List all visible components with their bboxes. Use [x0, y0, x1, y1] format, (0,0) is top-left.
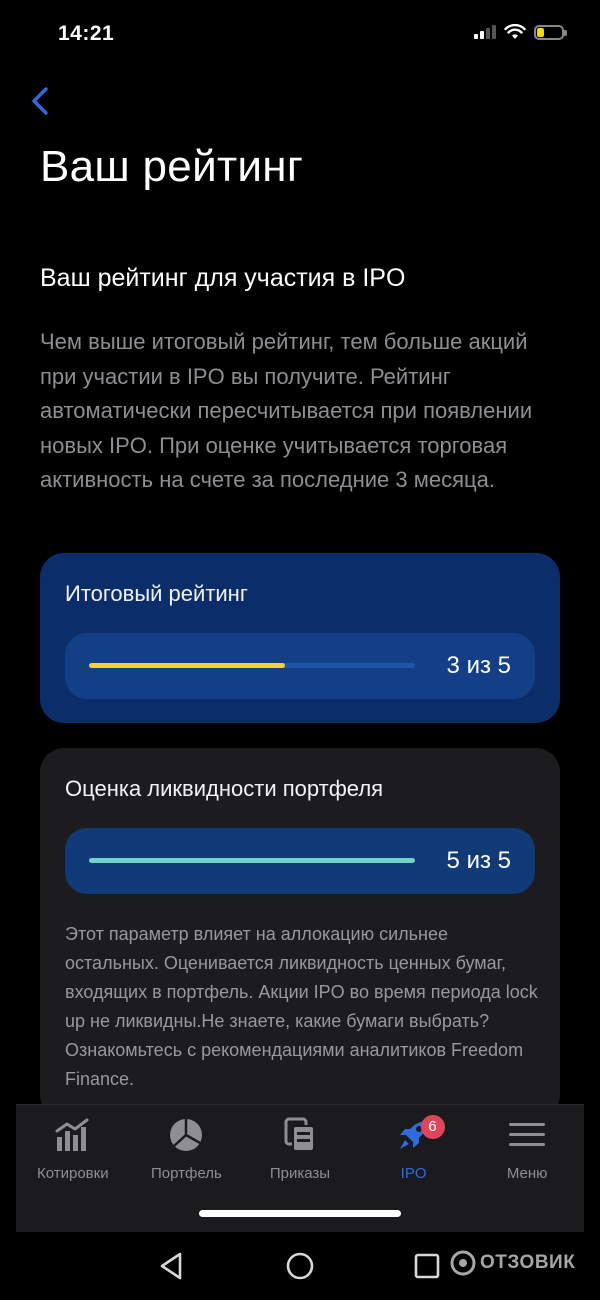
liquidity-rating-fill — [89, 858, 415, 863]
watermark: ОТЗОВИК — [450, 1250, 575, 1276]
tab-label: Меню — [506, 1165, 548, 1182]
status-bar: 14:21 — [0, 0, 600, 70]
total-rating-value: 3 из 5 — [446, 652, 511, 679]
status-time: 14:21 — [58, 22, 115, 45]
tab-label: Котировки — [36, 1165, 109, 1182]
liquidity-rating-track — [89, 858, 415, 863]
tab-label: Приказы — [269, 1165, 331, 1182]
nav-back-icon[interactable] — [154, 1248, 190, 1284]
total-rating-fill — [89, 663, 285, 668]
total-rating-card: Итоговый рейтинг 3 из 5 — [40, 553, 560, 723]
watermark-logo-icon — [450, 1250, 476, 1276]
back-button[interactable] — [26, 84, 56, 118]
tab-menu[interactable]: Меню — [472, 1115, 582, 1232]
liquidity-rating-card: Оценка ликвидности портфеля 5 из 5 Этот … — [40, 748, 560, 1118]
bar-chart-icon — [55, 1118, 89, 1151]
page-title: Ваш рейтинг — [40, 142, 304, 191]
liquidity-rating-title: Оценка ликвидности портфеля — [65, 776, 384, 801]
home-indicator[interactable] — [199, 1210, 401, 1217]
watermark-text: ОТЗОВИК — [480, 1252, 576, 1273]
total-rating-title: Итоговый рейтинг — [65, 581, 248, 606]
section-title: Ваш рейтинг для участия в IPO — [40, 264, 406, 292]
battery-icon — [534, 24, 567, 40]
section-description: Чем выше итоговый рейтинг, тем больше ак… — [40, 329, 533, 492]
liquidity-rating-value: 5 из 5 — [446, 847, 511, 874]
nav-recents-icon[interactable] — [409, 1248, 445, 1284]
tab-quotes[interactable]: Котировки — [18, 1115, 128, 1232]
cellular-signal-icon — [474, 25, 496, 39]
wifi-icon — [504, 24, 526, 39]
total-rating-track — [89, 663, 415, 668]
total-rating-bar: 3 из 5 — [65, 633, 535, 699]
pie-chart-icon — [170, 1119, 203, 1151]
battery-level — [537, 27, 544, 37]
liquidity-rating-bar: 5 из 5 — [65, 828, 535, 894]
chevron-left-icon — [32, 87, 48, 115]
tab-label: Портфель — [151, 1165, 222, 1182]
tab-label: IPO — [400, 1165, 427, 1182]
nav-home-icon[interactable] — [282, 1248, 318, 1284]
documents-icon — [284, 1117, 315, 1152]
rating-screen: 14:21 Ваш рейтинг Ваш рейтинг для участи… — [0, 0, 600, 1300]
menu-icon — [509, 1123, 546, 1146]
ipo-badge: 6 — [420, 1115, 445, 1139]
liquidity-note: Этот параметр влияет на аллокацию сильне… — [65, 924, 538, 1089]
status-icons — [474, 24, 567, 40]
